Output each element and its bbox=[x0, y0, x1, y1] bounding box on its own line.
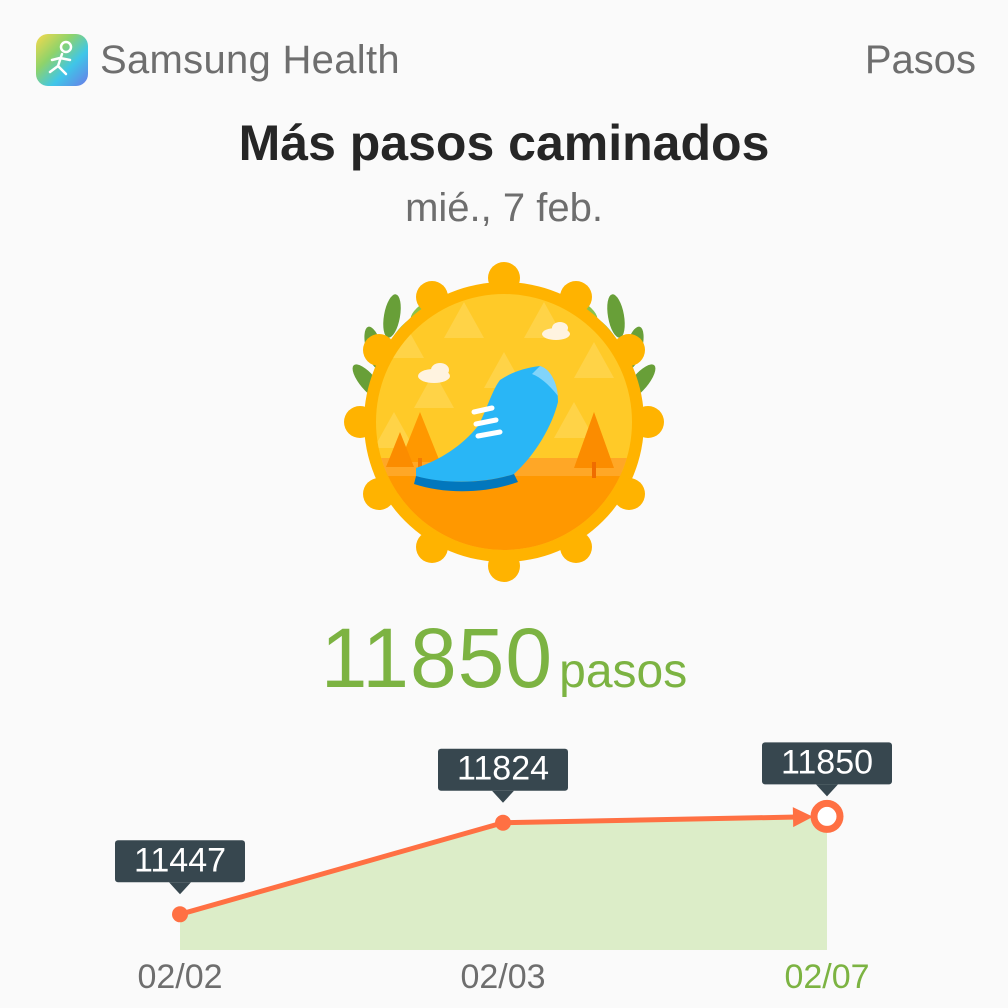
app-header: Samsung Health Pasos bbox=[0, 0, 1008, 120]
tooltip-pointer bbox=[816, 784, 838, 797]
steps-chart: 11447 11824 11850 02/02 02/03 02/07 bbox=[0, 740, 1008, 1008]
steps-data-label: 11850 bbox=[762, 742, 892, 797]
samsung-health-runner-icon bbox=[36, 34, 88, 86]
tooltip-pointer bbox=[169, 882, 191, 895]
x-tick-label: 02/03 bbox=[460, 958, 545, 996]
x-tick-label: 02/02 bbox=[137, 958, 222, 996]
steps-value: 11850 bbox=[320, 611, 554, 705]
steps-area bbox=[180, 816, 827, 950]
steps-total: 11850 pasos bbox=[0, 610, 1008, 707]
steps-point bbox=[172, 906, 188, 923]
steps-unit: pasos bbox=[559, 645, 688, 698]
app-name: Samsung Health bbox=[100, 38, 400, 82]
x-tick-label: 02/07 bbox=[784, 958, 869, 996]
steps-data-label: 11447 bbox=[115, 840, 245, 895]
achievement-date: mié., 7 feb. bbox=[405, 186, 603, 230]
steps-point-highlight bbox=[810, 799, 844, 833]
tooltip-pointer bbox=[492, 790, 514, 803]
tooltip-value: 11850 bbox=[781, 743, 873, 781]
tooltip-value: 11447 bbox=[134, 841, 226, 879]
steps-point bbox=[495, 814, 511, 831]
steps-chart-svg: 11447 11824 11850 02/02 02/03 02/07 bbox=[115, 742, 892, 996]
achievement-title: Más pasos caminados bbox=[238, 115, 770, 171]
section-label: Pasos bbox=[864, 38, 976, 82]
achievement-screen: Samsung Health Pasos Más pasos caminados… bbox=[0, 0, 1008, 1008]
running-shoe-medal-icon bbox=[344, 262, 664, 582]
steps-data-label: 11824 bbox=[438, 748, 568, 803]
tooltip-value: 11824 bbox=[457, 750, 549, 788]
